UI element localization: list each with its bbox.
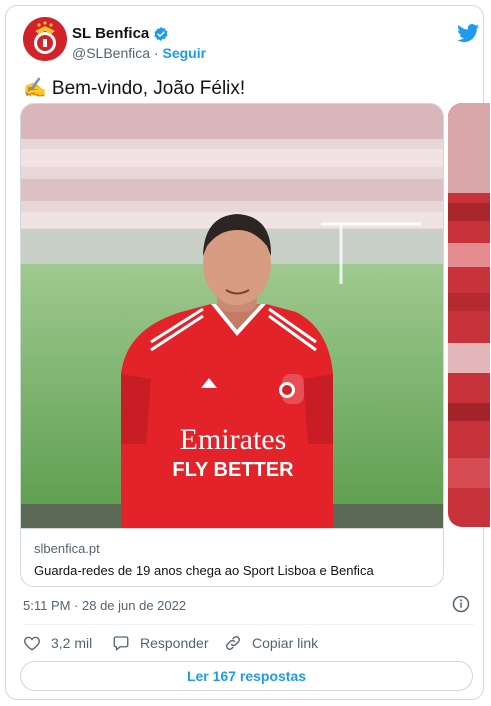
- divider: [23, 624, 474, 625]
- jersey-sponsor-line2: FLY BETTER: [172, 459, 294, 481]
- reply-icon: [113, 636, 129, 651]
- jersey-sponsor-line1: Emirates: [180, 423, 287, 456]
- twitter-bird-icon[interactable]: [456, 21, 480, 45]
- link-domain: slbenfica.pt: [34, 541, 100, 556]
- benfica-crest-icon[interactable]: [23, 17, 67, 61]
- verified-badge-icon: [154, 26, 168, 41]
- tweet-timestamp[interactable]: 5:11 PM · 28 de jun de 2022: [23, 598, 186, 613]
- next-photo[interactable]: [448, 103, 490, 527]
- like-count: 3,2 mil: [51, 635, 93, 651]
- link-title: Guarda-redes de 19 anos chega ao Sport L…: [34, 563, 374, 578]
- read-replies-button[interactable]: Ler 167 respostas: [20, 661, 473, 691]
- link-card[interactable]: Emirates FLY BETTER slbenfica.pt Guarda-…: [20, 103, 444, 587]
- author-handle-row: @SLBenfica · Seguir: [72, 45, 206, 61]
- player-photo[interactable]: Emirates FLY BETTER: [21, 104, 444, 528]
- reply-action[interactable]: Responder: [112, 634, 209, 652]
- handle-separator: ·: [153, 45, 159, 61]
- like-action[interactable]: 3,2 mil: [23, 634, 92, 652]
- link-preview[interactable]: slbenfica.pt Guarda-redes de 19 anos che…: [21, 528, 443, 586]
- copy-link-action[interactable]: Copiar link: [224, 634, 318, 652]
- heart-icon: [24, 636, 40, 651]
- tweet-card: SL Benfica @SLBenfica · Seguir ✍️ Bem-vi…: [5, 5, 490, 700]
- follow-button[interactable]: Seguir: [163, 45, 207, 61]
- reply-label: Responder: [140, 635, 209, 651]
- author-name[interactable]: SL Benfica: [72, 25, 149, 42]
- author-name-row[interactable]: SL Benfica: [72, 25, 169, 42]
- copy-link-label: Copiar link: [252, 635, 319, 651]
- info-icon[interactable]: [452, 595, 470, 613]
- author-handle[interactable]: @SLBenfica: [72, 45, 150, 61]
- link-icon: [226, 636, 240, 650]
- tweet-text: ✍️ Bem-vindo, João Félix!: [23, 78, 246, 99]
